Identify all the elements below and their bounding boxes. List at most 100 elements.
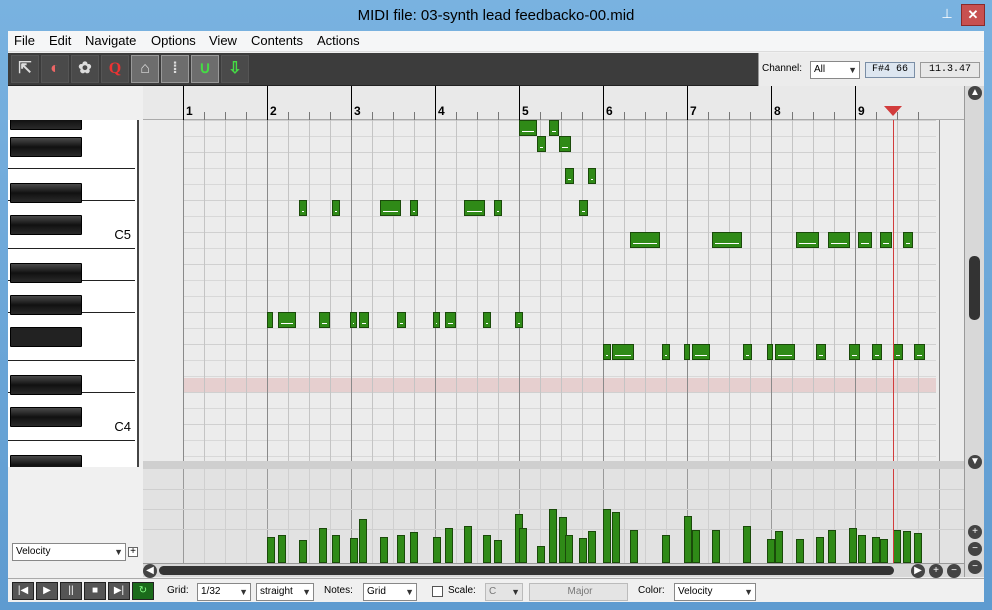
rewind-button[interactable]: |◀: [12, 582, 34, 600]
zoom-in-v-button[interactable]: +: [968, 525, 982, 539]
velocity-bar[interactable]: [743, 526, 752, 563]
black-key[interactable]: [10, 263, 82, 283]
midi-note[interactable]: [319, 312, 330, 328]
velocity-bar[interactable]: [796, 539, 805, 563]
timeline-ruler[interactable]: 1 2 3 4 5 6 7 8 9: [143, 86, 964, 120]
velocity-bar[interactable]: [519, 528, 527, 563]
velocity-bar[interactable]: [612, 512, 621, 563]
velocity-bar[interactable]: [902, 531, 911, 563]
midi-note[interactable]: [796, 232, 819, 248]
velocity-bar[interactable]: [629, 530, 638, 563]
scale-name-field[interactable]: Major: [529, 583, 628, 601]
menu-contents[interactable]: Contents: [251, 33, 303, 48]
horizontal-scrollbar[interactable]: ◀ ▶ + −: [143, 563, 964, 578]
midi-note[interactable]: [549, 120, 560, 136]
velocity-bar[interactable]: [871, 537, 880, 563]
piano-roll-icon[interactable]: ⇱: [11, 55, 39, 83]
scroll-right-button[interactable]: ▶: [911, 564, 925, 578]
midi-note[interactable]: [514, 312, 524, 328]
velocity-bar[interactable]: [775, 531, 784, 563]
midi-note[interactable]: [712, 232, 742, 248]
midi-note[interactable]: [913, 344, 925, 360]
velocity-bar[interactable]: [380, 537, 389, 563]
midi-note[interactable]: [482, 312, 492, 328]
velocity-bar[interactable]: [397, 535, 406, 563]
palette-icon[interactable]: ✿: [71, 55, 99, 83]
midi-note[interactable]: [828, 232, 850, 248]
velocity-bar[interactable]: [857, 535, 866, 563]
zoom-reset-v-button[interactable]: −: [968, 560, 982, 574]
midi-note[interactable]: [629, 232, 661, 248]
black-key[interactable]: [10, 327, 82, 347]
midi-note[interactable]: [603, 344, 612, 360]
velocity-bar[interactable]: [331, 535, 340, 563]
midi-note[interactable]: [775, 344, 795, 360]
midi-note[interactable]: [445, 312, 456, 328]
quantize-icon[interactable]: Q: [101, 55, 129, 83]
zoom-in-h-button[interactable]: +: [929, 564, 943, 578]
midi-note[interactable]: [493, 200, 503, 216]
menu-options[interactable]: Options: [151, 33, 196, 48]
midi-note[interactable]: [298, 200, 308, 216]
velocity-bar[interactable]: [565, 535, 574, 563]
midi-note[interactable]: [902, 232, 913, 248]
velocity-bar[interactable]: [277, 535, 286, 563]
piano-keyboard[interactable]: C5 C4: [8, 120, 139, 467]
velocity-bar[interactable]: [913, 533, 922, 563]
zoom-out-h-button[interactable]: −: [947, 564, 961, 578]
menu-actions[interactable]: Actions: [317, 33, 360, 48]
midi-note[interactable]: [692, 344, 710, 360]
velocity-lane[interactable]: [143, 469, 964, 563]
scroll-left-button[interactable]: ◀: [143, 564, 157, 578]
black-key[interactable]: [10, 295, 82, 315]
forward-button[interactable]: ▶|: [108, 582, 130, 600]
pause-button[interactable]: ||: [60, 582, 82, 600]
midi-note[interactable]: [743, 344, 752, 360]
midi-note[interactable]: [267, 312, 273, 328]
play-button[interactable]: ▶: [36, 582, 58, 600]
velocity-bar[interactable]: [683, 516, 692, 563]
color-select[interactable]: Velocity ▼: [674, 583, 756, 601]
vertical-scroll-thumb[interactable]: [969, 256, 980, 320]
midi-note[interactable]: [464, 200, 485, 216]
pin-icon[interactable]: ⊥: [938, 6, 956, 22]
velocity-bar[interactable]: [359, 519, 368, 563]
midi-note[interactable]: [816, 344, 827, 360]
velocity-bar[interactable]: [828, 530, 837, 563]
velocity-bar[interactable]: [267, 537, 275, 563]
close-button[interactable]: ✕: [961, 4, 985, 26]
midi-note[interactable]: [871, 344, 882, 360]
midi-note[interactable]: [359, 312, 370, 328]
menu-navigate[interactable]: Navigate: [85, 33, 136, 48]
black-key[interactable]: [10, 183, 82, 203]
velocity-bar[interactable]: [350, 538, 359, 563]
midi-note[interactable]: [397, 312, 406, 328]
midi-note[interactable]: [277, 312, 297, 328]
scale-key-select[interactable]: C ▼: [485, 583, 523, 601]
midi-note[interactable]: [612, 344, 635, 360]
horizontal-scroll-thumb[interactable]: [159, 566, 894, 575]
velocity-icon[interactable]: ⇩: [221, 55, 249, 83]
midi-note[interactable]: [409, 200, 419, 216]
midi-note[interactable]: [579, 200, 588, 216]
velocity-bar[interactable]: [579, 538, 588, 563]
menu-view[interactable]: View: [209, 33, 237, 48]
velocity-bar[interactable]: [549, 509, 558, 563]
magnet-snap-icon[interactable]: ∪: [191, 55, 219, 83]
velocity-bar[interactable]: [298, 540, 307, 563]
midi-note[interactable]: [661, 344, 671, 360]
velocity-bar[interactable]: [464, 526, 473, 563]
black-key[interactable]: [10, 120, 82, 130]
loop-button[interactable]: ↻: [132, 582, 154, 600]
black-key[interactable]: [10, 215, 82, 235]
grid-type-select[interactable]: straight ▼: [256, 583, 314, 601]
black-key[interactable]: [10, 375, 82, 395]
velocity-bar[interactable]: [692, 530, 701, 563]
velocity-bar[interactable]: [766, 539, 775, 563]
midi-note[interactable]: [380, 200, 401, 216]
velocity-bar[interactable]: [482, 535, 491, 563]
grid-select[interactable]: 1/32 ▼: [197, 583, 251, 601]
velocity-bar[interactable]: [892, 530, 901, 563]
midi-note[interactable]: [537, 136, 546, 152]
midi-note[interactable]: [849, 344, 861, 360]
